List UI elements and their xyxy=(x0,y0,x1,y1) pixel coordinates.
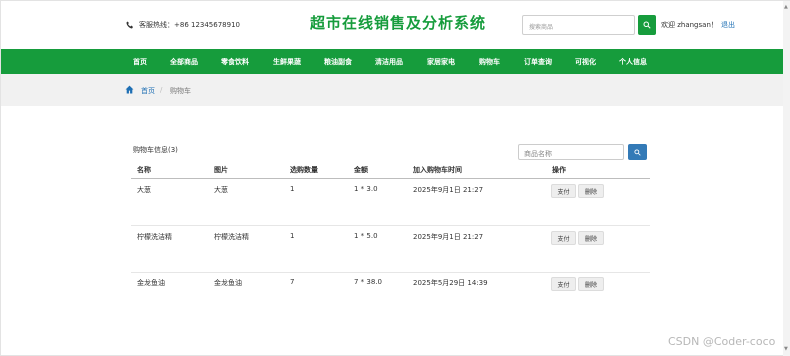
cart-item-name: 大葱 xyxy=(137,186,151,194)
cart-item-quantity: 7 xyxy=(290,278,295,286)
breadcrumb-current: 购物车 xyxy=(170,87,191,95)
main-nav: 首页 全部商品 零食饮料 生鲜果蔬 粮油副食 清洁用品 家居家电 购物车 订单查… xyxy=(1,49,783,74)
nav-item-cart[interactable]: 购物车 xyxy=(479,57,500,67)
column-header-amount: 金额 xyxy=(354,166,368,174)
watermark: CSDN @Coder-coco xyxy=(668,335,776,348)
nav-item-cleaning[interactable]: 清洁用品 xyxy=(375,57,403,67)
home-icon[interactable] xyxy=(125,85,134,94)
cart-item-image: 大葱 xyxy=(214,186,228,194)
pay-button[interactable]: 支付 xyxy=(551,184,576,198)
page: 客服热线：+86 12345678910 超市在线销售及分析系统 搜索商品 欢迎… xyxy=(0,0,790,356)
site-header: 客服热线：+86 12345678910 超市在线销售及分析系统 搜索商品 欢迎… xyxy=(1,1,789,49)
cart-item-image: 柠檬洗洁精 xyxy=(214,233,249,241)
row-divider xyxy=(131,272,650,273)
cart-item-quantity: 1 xyxy=(290,185,295,193)
row-divider xyxy=(131,225,650,226)
cart-search-button[interactable] xyxy=(628,144,647,160)
nav-item-profile[interactable]: 个人信息 xyxy=(619,57,647,67)
hotline: 客服热线：+86 12345678910 xyxy=(126,20,240,30)
nav-item-home[interactable]: 首页 xyxy=(133,57,147,67)
cart-item-amount: 7 * 38.0 xyxy=(354,278,382,286)
welcome-text: 欢迎 zhangsan！ xyxy=(661,21,718,29)
cart-item-added-time: 2025年9月1日 21:27 xyxy=(413,233,484,241)
hotline-text: 客服热线：+86 12345678910 xyxy=(139,21,240,29)
vertical-scrollbar[interactable] xyxy=(783,1,790,356)
nav-item-home-appliances[interactable]: 家居家电 xyxy=(427,57,455,67)
cart-search-input[interactable]: 商品名称 xyxy=(518,144,624,160)
cart-item-quantity: 1 xyxy=(290,232,295,240)
nav-item-fresh-produce[interactable]: 生鲜果蔬 xyxy=(273,57,301,67)
column-header-image: 图片 xyxy=(214,166,228,174)
cart-item-name: 柠檬洗洁精 xyxy=(137,233,172,241)
pay-button[interactable]: 支付 xyxy=(551,277,576,291)
product-search-input[interactable]: 搜索商品 xyxy=(522,15,635,35)
cart-item-added-time: 2025年5月29日 14:39 xyxy=(413,279,488,287)
column-header-added-time: 加入购物车时间 xyxy=(413,166,462,174)
delete-button[interactable]: 删除 xyxy=(578,277,604,291)
cart-item-amount: 1 * 3.0 xyxy=(354,185,378,193)
cart-item-added-time: 2025年9月1日 21:27 xyxy=(413,186,484,194)
breadcrumb-separator: / xyxy=(160,86,163,94)
search-icon xyxy=(634,148,641,156)
nav-item-orders[interactable]: 订单查询 xyxy=(524,57,552,67)
column-header-name: 名称 xyxy=(137,166,151,174)
nav-item-grain-oil[interactable]: 粮油副食 xyxy=(324,57,352,67)
site-title: 超市在线销售及分析系统 xyxy=(310,14,487,32)
breadcrumb: 首页 / 购物车 xyxy=(1,74,783,106)
cart-item-name: 金龙鱼油 xyxy=(137,279,165,287)
scroll-down-arrow-icon[interactable]: ▼ xyxy=(784,346,788,352)
search-icon xyxy=(643,21,651,29)
nav-item-all-products[interactable]: 全部商品 xyxy=(170,57,198,67)
delete-button[interactable]: 删除 xyxy=(578,231,604,245)
cart-title: 购物车信息(3) xyxy=(133,146,178,154)
column-header-actions: 操作 xyxy=(552,166,566,174)
pay-button[interactable]: 支付 xyxy=(551,231,576,245)
nav-item-snacks-drinks[interactable]: 零食饮料 xyxy=(221,57,249,67)
logout-link[interactable]: 退出 xyxy=(721,20,735,30)
breadcrumb-home-link[interactable]: 首页 xyxy=(141,86,155,96)
cart-item-amount: 1 * 5.0 xyxy=(354,232,378,240)
scroll-up-arrow-icon[interactable]: ▲ xyxy=(784,4,788,10)
table-header-divider xyxy=(131,178,650,179)
column-header-quantity: 选购数量 xyxy=(290,166,318,174)
phone-icon xyxy=(126,21,133,29)
nav-item-visualization[interactable]: 可视化 xyxy=(575,57,596,67)
delete-button[interactable]: 删除 xyxy=(578,184,604,198)
search-button[interactable] xyxy=(638,15,656,35)
cart-item-image: 金龙鱼油 xyxy=(214,279,242,287)
